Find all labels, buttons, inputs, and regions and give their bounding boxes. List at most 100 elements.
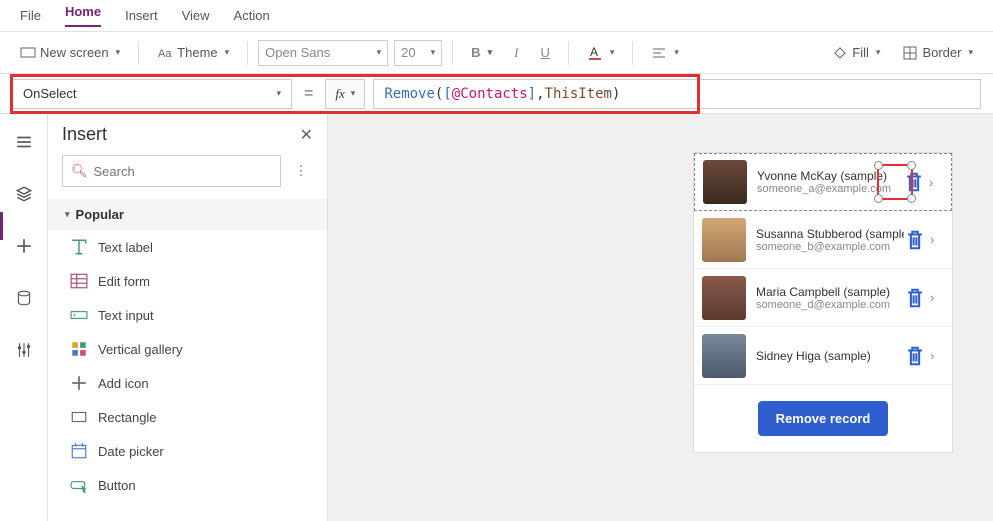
text-input-icon xyxy=(70,306,88,324)
chevron-right-icon[interactable]: › xyxy=(929,175,943,190)
chevron-down-icon: ▾ xyxy=(488,47,493,58)
phone-screen: Yvonne McKay (sample) someone_a@example.… xyxy=(693,152,953,453)
chevron-down-icon: ▾ xyxy=(876,47,881,58)
formula-token: ( xyxy=(435,86,443,102)
insert-item-label: Edit form xyxy=(98,274,150,289)
chevron-right-icon[interactable]: › xyxy=(930,348,944,363)
insert-item-vertical-gallery[interactable]: Vertical gallery xyxy=(48,332,327,366)
insert-item-label: Add icon xyxy=(98,376,149,391)
category-header-popular[interactable]: ▾ Popular xyxy=(48,199,327,230)
formula-token: ] xyxy=(528,86,536,102)
fx-label: fx xyxy=(335,86,344,102)
font-color-icon: A xyxy=(587,45,603,61)
gallery-icon xyxy=(70,340,88,358)
layers-button[interactable] xyxy=(8,178,40,210)
remove-record-button[interactable]: Remove record xyxy=(758,401,889,436)
new-screen-button[interactable]: New screen ▾ xyxy=(12,41,128,65)
font-name-select[interactable]: Open Sans ▾ xyxy=(258,40,388,66)
insert-rail-button[interactable] xyxy=(8,230,40,262)
fill-button[interactable]: Fill ▾ xyxy=(824,41,888,65)
close-icon[interactable]: ✕ xyxy=(300,125,313,145)
border-button[interactable]: Border ▾ xyxy=(894,41,981,65)
insert-item-text-input[interactable]: Text input xyxy=(48,298,327,332)
gallery-item[interactable]: Sidney Higa (sample) › xyxy=(694,327,952,385)
insert-item-rectangle[interactable]: Rectangle xyxy=(48,400,327,434)
theme-icon: Aa xyxy=(157,45,173,61)
insert-item-label: Vertical gallery xyxy=(98,342,183,357)
delete-icon[interactable] xyxy=(903,171,925,193)
new-screen-label: New screen xyxy=(40,45,109,60)
align-button[interactable]: ▾ xyxy=(643,41,687,65)
insert-item-edit-form[interactable]: Edit form xyxy=(48,264,327,298)
data-rail-button[interactable] xyxy=(8,282,40,314)
formula-token: ) xyxy=(612,86,620,102)
menu-view[interactable]: View xyxy=(182,8,210,23)
chevron-right-icon[interactable]: › xyxy=(930,290,944,305)
fx-button[interactable]: fx ▾ xyxy=(325,79,365,109)
tree-view-button[interactable] xyxy=(8,126,40,158)
underline-button[interactable]: U xyxy=(532,41,557,64)
delete-icon[interactable] xyxy=(904,229,926,251)
avatar xyxy=(702,218,746,262)
underline-label: U xyxy=(540,45,549,60)
design-canvas[interactable]: Yvonne McKay (sample) someone_a@example.… xyxy=(328,114,993,521)
avatar xyxy=(702,334,746,378)
menu-file[interactable]: File xyxy=(20,8,41,23)
formula-input[interactable]: Remove( [@Contacts], ThisItem ) xyxy=(373,79,981,109)
bold-button[interactable]: B▾ xyxy=(463,41,500,64)
more-options-button[interactable]: ⋮ xyxy=(289,163,313,179)
align-icon xyxy=(651,45,667,61)
theme-button[interactable]: Aa Theme ▾ xyxy=(149,41,237,65)
date-picker-icon xyxy=(70,442,88,460)
gallery-item[interactable]: Maria Campbell (sample) someone_d@exampl… xyxy=(694,269,952,327)
chevron-down-icon: ▾ xyxy=(377,47,382,58)
insert-panel-title: Insert xyxy=(62,124,107,145)
contact-email: someone_d@example.com xyxy=(756,299,904,311)
delete-icon[interactable] xyxy=(904,287,926,309)
contact-name: Maria Campbell (sample) xyxy=(756,285,904,299)
insert-item-date-picker[interactable]: Date picker xyxy=(48,434,327,468)
settings-rail-button[interactable] xyxy=(8,334,40,366)
insert-item-label: Text label xyxy=(98,240,153,255)
search-field[interactable] xyxy=(94,164,272,179)
chevron-right-icon[interactable]: › xyxy=(930,232,944,247)
menu-action[interactable]: Action xyxy=(234,8,270,23)
rail-active-indicator xyxy=(0,212,3,240)
search-input[interactable]: 🔍︎ xyxy=(62,155,281,187)
menu-home[interactable]: Home xyxy=(65,4,101,27)
border-icon xyxy=(902,45,918,61)
divider xyxy=(247,41,248,65)
insert-item-button[interactable]: Button xyxy=(48,468,327,502)
formula-token: @Contacts xyxy=(452,86,528,102)
border-label: Border xyxy=(922,45,961,60)
font-size-select[interactable]: 20 ▾ xyxy=(394,40,442,66)
italic-button[interactable]: I xyxy=(506,41,526,65)
main-area: Insert ✕ 🔍︎ ⋮ ▾ Popular Text label Edit … xyxy=(0,114,993,521)
contact-email: someone_a@example.com xyxy=(757,183,903,195)
formula-token: [ xyxy=(443,86,451,102)
contact-name: Susanna Stubberod (sample) xyxy=(756,227,904,241)
svg-text:A: A xyxy=(590,45,598,59)
gallery-item[interactable]: Susanna Stubberod (sample) someone_b@exa… xyxy=(694,211,952,269)
formula-token: Remove xyxy=(384,86,435,102)
chevron-down-icon: ▾ xyxy=(431,47,436,58)
chevron-down-icon: ▾ xyxy=(116,47,121,58)
delete-icon[interactable] xyxy=(904,345,926,367)
chevron-down-icon: ▾ xyxy=(968,47,973,58)
insert-item-add-icon[interactable]: Add icon xyxy=(48,366,327,400)
chevron-down-icon: ▾ xyxy=(674,47,679,58)
menu-insert[interactable]: Insert xyxy=(125,8,158,23)
add-icon-icon xyxy=(70,374,88,392)
property-value: OnSelect xyxy=(23,86,76,101)
font-color-button[interactable]: A ▾ xyxy=(579,41,623,65)
divider xyxy=(568,41,569,65)
svg-text:Aa: Aa xyxy=(158,48,172,60)
divider xyxy=(138,41,139,65)
insert-item-text-label[interactable]: Text label xyxy=(48,230,327,264)
divider xyxy=(452,41,453,65)
rectangle-icon xyxy=(70,408,88,426)
gallery-item[interactable]: Yvonne McKay (sample) someone_a@example.… xyxy=(694,153,952,211)
property-select[interactable]: OnSelect ▾ xyxy=(12,79,292,109)
italic-label: I xyxy=(514,45,518,61)
edit-form-icon xyxy=(70,272,88,290)
